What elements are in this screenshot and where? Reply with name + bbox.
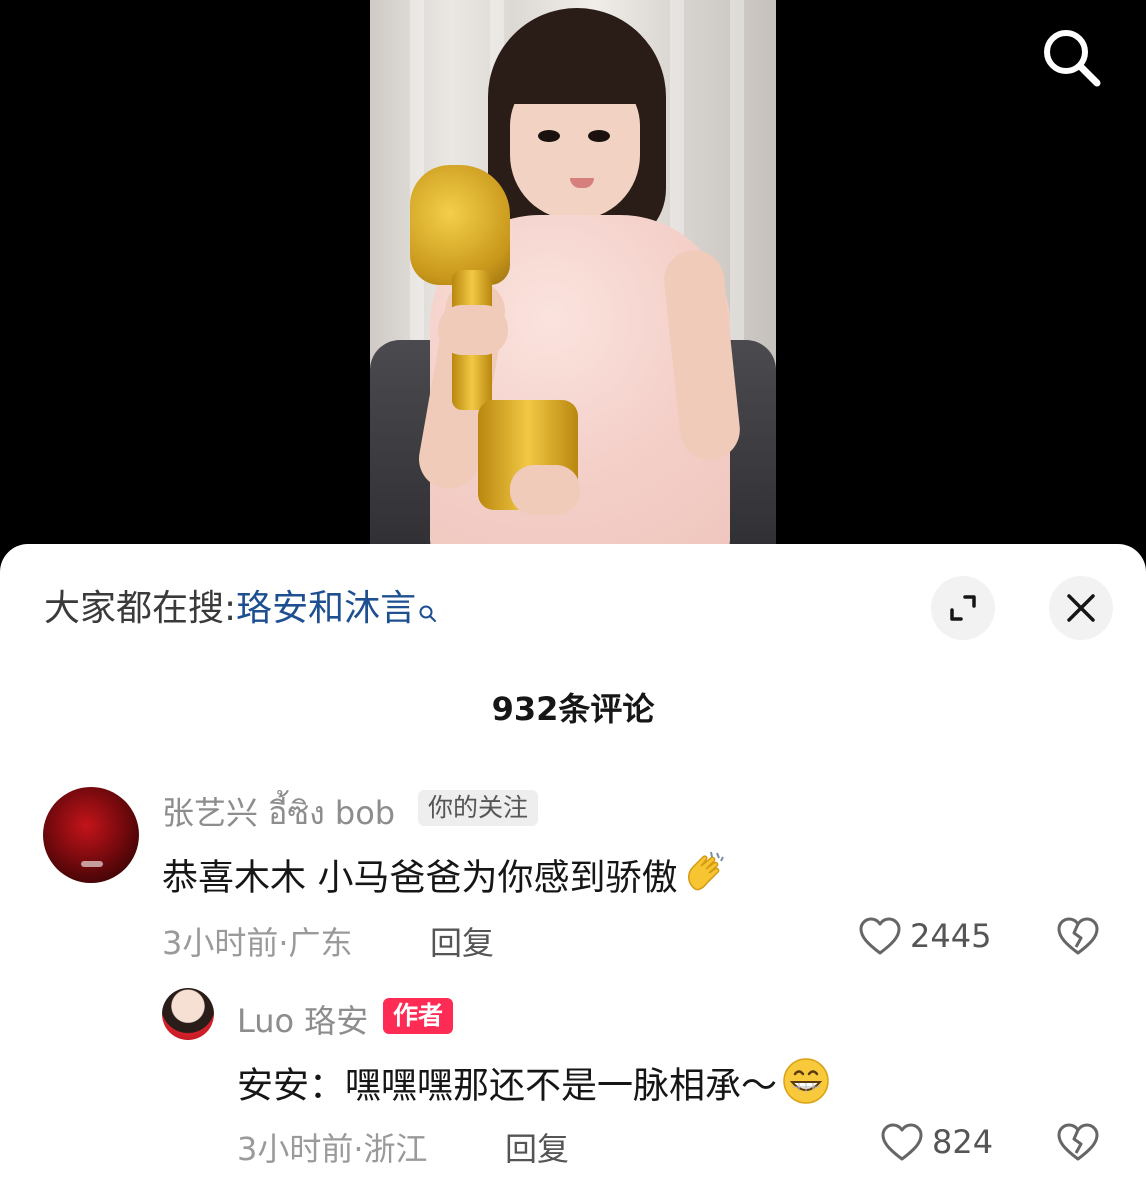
author-badge: 作者 <box>383 998 454 1034</box>
comment-meta: 3小时前·广东 <box>162 924 353 962</box>
dislike-button[interactable] <box>1056 1122 1100 1166</box>
reply-button[interactable]: 回复 <box>430 918 494 964</box>
grinning-face-icon <box>781 1056 831 1119</box>
like-count: 824 <box>932 1123 994 1161</box>
clapping-hands-icon <box>681 849 729 910</box>
girl-hand <box>510 465 580 515</box>
close-icon <box>1067 594 1095 622</box>
girl-hand <box>438 305 508 355</box>
trending-prefix: 大家都在搜: <box>44 588 237 629</box>
comment-count-title: 932条评论 <box>491 690 655 728</box>
trophy-figure <box>410 165 510 285</box>
like-button[interactable]: 824 <box>880 1122 993 1162</box>
expand-icon <box>950 595 976 621</box>
comment-username[interactable]: 张艺兴 อี้ซิง bob <box>162 788 395 839</box>
like-button[interactable]: 2445 <box>858 916 991 956</box>
comment-body: 安安：嘿嘿嘿那还不是一脉相承～ <box>237 1065 778 1107</box>
comment-body: 恭喜木木 小马爸爸为你感到骄傲 <box>162 857 678 899</box>
girl-eye <box>588 130 610 142</box>
broken-heart-icon <box>1057 1123 1099 1161</box>
following-badge: 你的关注 <box>418 790 539 826</box>
reply-button[interactable]: 回复 <box>505 1124 569 1170</box>
video-player[interactable] <box>0 0 1146 560</box>
page: 大家都在搜:珞安和沐言 932条评论 张艺兴 อี้ซิง bob 你的关注 恭… <box>0 0 1146 1200</box>
search-button[interactable] <box>1040 26 1102 88</box>
search-icon <box>1044 30 1101 87</box>
like-count: 2445 <box>910 917 992 955</box>
comment-text: 恭喜木木 小马爸爸为你感到骄傲 <box>162 849 729 910</box>
avatar[interactable] <box>43 787 139 883</box>
comment-text: 安安：嘿嘿嘿那还不是一脉相承～ <box>237 1056 831 1119</box>
trending-search-term[interactable]: 珞安和沐言 <box>236 588 416 629</box>
video-frame[interactable] <box>370 0 776 560</box>
small-search-icon[interactable] <box>418 590 438 636</box>
trending-search: 大家都在搜:珞安和沐言 <box>44 586 438 636</box>
heart-icon <box>859 917 901 955</box>
broken-heart-icon <box>1057 917 1099 955</box>
close-button[interactable] <box>1049 576 1113 640</box>
comment-username[interactable]: Luo 珞安 <box>237 996 368 1042</box>
comment-sheet: 大家都在搜:珞安和沐言 932条评论 张艺兴 อี้ซิง bob 你的关注 恭… <box>0 544 1146 1200</box>
comment-meta: 3小时前·浙江 <box>237 1130 428 1168</box>
girl-eye <box>538 130 560 142</box>
heart-icon <box>881 1123 923 1161</box>
expand-button[interactable] <box>931 576 995 640</box>
dislike-button[interactable] <box>1056 916 1100 960</box>
avatar[interactable] <box>162 988 214 1040</box>
girl-bangs <box>500 34 650 104</box>
